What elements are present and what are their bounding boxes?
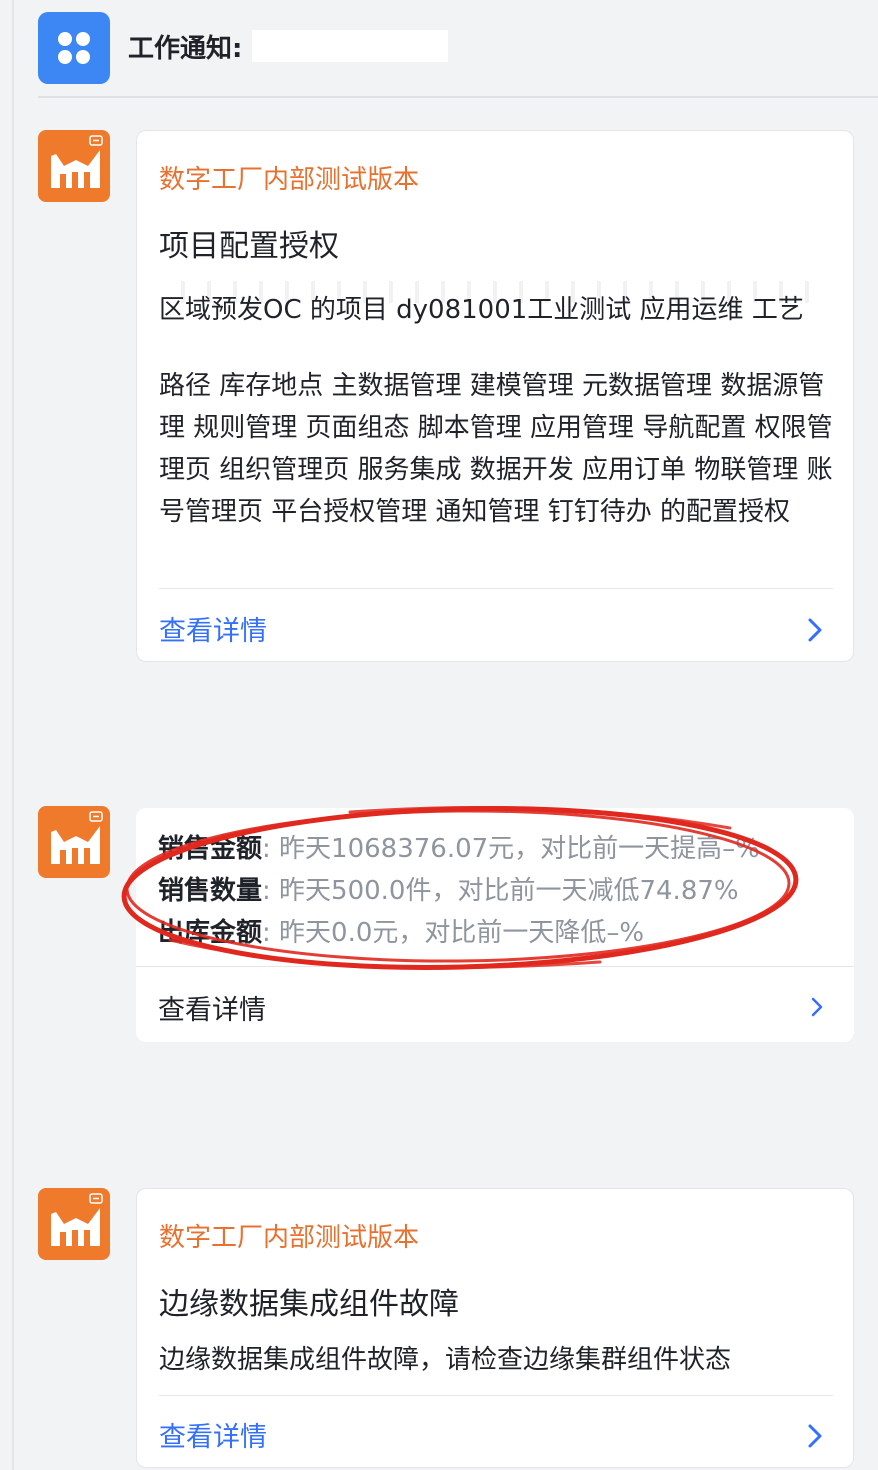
card-source: 数字工厂内部测试版本 [159,1223,420,1253]
card-title: 边缘数据集成组件故障 [159,1287,459,1322]
card-divider [159,1395,833,1396]
notification-card-edge-fault[interactable]: 数字工厂内部测试版本 边缘数据集成组件故障 边缘数据集成组件故障，请检查边缘集群… [136,1188,854,1468]
factory-chart-icon[interactable] [38,1188,110,1260]
chevron-right-icon[interactable] [807,1423,823,1453]
card-body: 边缘数据集成组件故障，请检查边缘集群组件状态 [159,1345,732,1375]
view-details-link[interactable]: 查看详情 [159,1415,267,1454]
